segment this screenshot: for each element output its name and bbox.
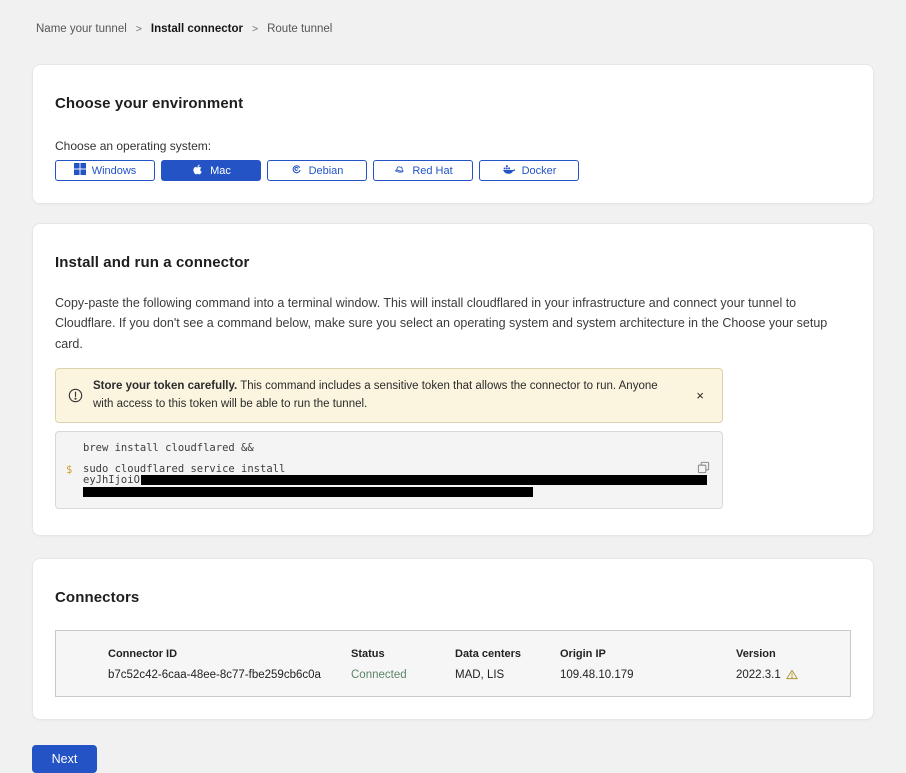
column-header-data-centers: Data centers <box>455 648 560 660</box>
token-warning-alert: Store your token carefully. This command… <box>55 368 723 424</box>
data-centers-value: MAD, LIS <box>455 669 560 681</box>
shell-prompt: $ <box>66 464 72 476</box>
origin-ip-value: 109.48.10.179 <box>560 669 736 681</box>
code-line-brew: brew install cloudflared && <box>83 443 682 454</box>
warning-triangle-icon <box>786 669 798 680</box>
os-button-windows[interactable]: Windows <box>55 160 155 181</box>
alert-title: Store your token carefully. <box>93 380 237 392</box>
os-button-label: Red Hat <box>412 165 452 177</box>
os-button-label: Docker <box>522 165 557 177</box>
os-button-debian[interactable]: Debian <box>267 160 367 181</box>
apple-icon <box>191 163 204 179</box>
token-prefix: eyJhIjoiO <box>83 474 140 486</box>
os-button-redhat[interactable]: Red Hat <box>373 160 473 181</box>
os-button-label: Windows <box>92 165 137 177</box>
docker-icon <box>502 164 516 178</box>
os-button-group: Windows Mac Debian Red Hat <box>55 160 851 181</box>
redhat-icon <box>393 163 406 179</box>
version-number: 2022.3.1 <box>736 669 781 681</box>
close-icon[interactable]: × <box>690 387 710 404</box>
os-button-mac[interactable]: Mac <box>161 160 261 181</box>
connectors-table-header: Connector ID Status Data centers Origin … <box>108 648 830 660</box>
breadcrumb-separator: > <box>136 23 142 35</box>
install-card-title: Install and run a connector <box>55 254 851 271</box>
code-line-token: eyJhIjoiO <box>83 475 682 486</box>
connector-id-value: b7c52c42-6caa-48ee-8c77-fbe259cb6c0a <box>108 669 351 681</box>
windows-icon <box>74 163 86 178</box>
column-header-status: Status <box>351 648 455 660</box>
copy-icon[interactable] <box>695 459 712 479</box>
column-header-version: Version <box>736 648 830 660</box>
redacted-token-bar <box>141 475 707 485</box>
os-select-label: Choose an operating system: <box>55 139 851 153</box>
connectors-card: Connectors Connector ID Status Data cent… <box>32 558 874 720</box>
install-command-code-block: $ brew install cloudflared && sudo cloud… <box>55 431 723 509</box>
alert-text: Store your token carefully. This command… <box>93 378 680 414</box>
column-header-origin-ip: Origin IP <box>560 648 736 660</box>
breadcrumb-route-tunnel[interactable]: Route tunnel <box>267 23 332 35</box>
warning-circle-icon <box>68 388 83 403</box>
install-description: Copy-paste the following command into a … <box>55 293 851 354</box>
code-line-sudo: sudo cloudflared service install <box>83 464 682 475</box>
os-button-label: Debian <box>309 165 344 177</box>
breadcrumb-install-connector[interactable]: Install connector <box>151 23 243 35</box>
code-line-token-2 <box>83 486 682 498</box>
column-header-connector-id: Connector ID <box>108 648 351 660</box>
status-badge: Connected <box>351 669 455 681</box>
connectors-table: Connector ID Status Data centers Origin … <box>55 630 851 697</box>
breadcrumb-name-your-tunnel[interactable]: Name your tunnel <box>36 23 127 35</box>
breadcrumb-separator: > <box>252 23 258 35</box>
choose-environment-card: Choose your environment Choose an operat… <box>32 64 874 204</box>
breadcrumb: Name your tunnel > Install connector > R… <box>0 0 906 35</box>
os-button-docker[interactable]: Docker <box>479 160 579 181</box>
install-connector-card: Install and run a connector Copy-paste t… <box>32 223 874 536</box>
version-value: 2022.3.1 <box>736 669 830 681</box>
table-row: b7c52c42-6caa-48ee-8c77-fbe259cb6c0a Con… <box>108 669 830 681</box>
connectors-card-title: Connectors <box>55 589 851 606</box>
next-button[interactable]: Next <box>32 745 97 773</box>
debian-icon <box>291 163 303 178</box>
redacted-token-bar <box>83 487 533 497</box>
os-button-label: Mac <box>210 165 231 177</box>
environment-card-title: Choose your environment <box>55 95 851 112</box>
